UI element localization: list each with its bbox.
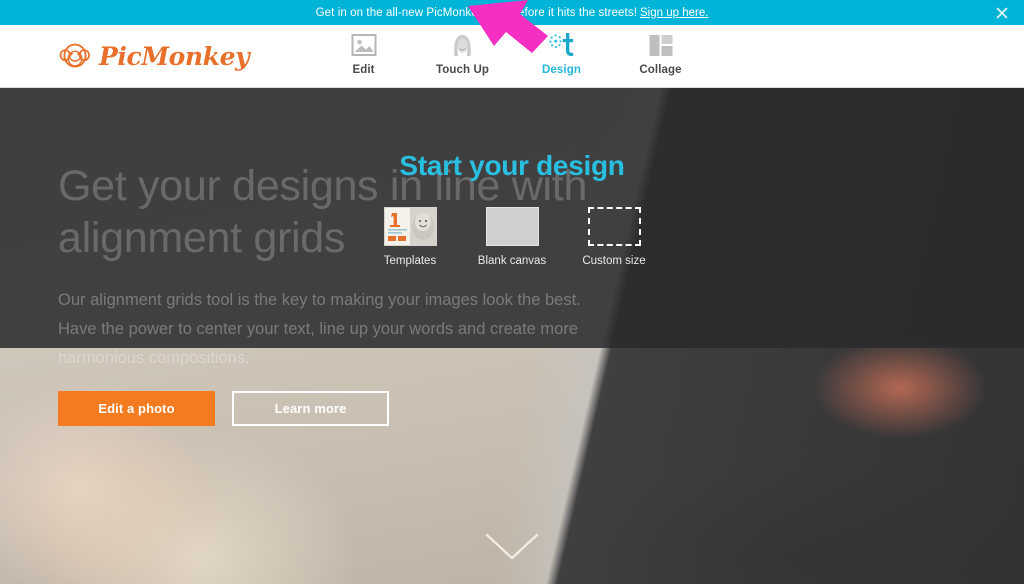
design-panel: Start your design Templates Blank canvas…: [0, 150, 1024, 267]
grid-icon: [647, 30, 674, 60]
close-icon[interactable]: [994, 5, 1010, 21]
picmonkey-design-page: Get in on the all-new PicMonkey Hub befo…: [0, 0, 1024, 584]
design-t-icon: [547, 30, 577, 60]
design-options: Templates Blank canvas Custom size: [372, 207, 653, 267]
promo-banner-text: Get in on the all-new PicMonkey Hub befo…: [315, 6, 637, 19]
nav-item-touch-up[interactable]: Touch Up: [432, 30, 494, 76]
nav-items: Edit Touch Up Design Collage: [333, 30, 692, 76]
promo-signup-link[interactable]: Sign up here.: [640, 7, 708, 19]
hero-cta-row: Edit a photo Learn more: [58, 391, 389, 426]
blank-canvas-thumb: [485, 207, 539, 246]
design-option-custom-size[interactable]: Custom size: [576, 207, 653, 267]
template-card-thumb: [383, 207, 437, 246]
face-icon: [449, 30, 477, 60]
design-option-label-custom-size: Custom size: [582, 255, 646, 267]
design-panel-title: Start your design: [399, 150, 625, 181]
navbar: PicMonkey Edit Touch Up Design Collage: [0, 25, 1024, 88]
nav-item-design[interactable]: Design: [531, 30, 593, 76]
chevron-down-icon[interactable]: [483, 532, 541, 562]
hero-section: Get your designs in line with alignment …: [0, 88, 1024, 584]
nav-label-design: Design: [542, 64, 581, 76]
design-option-label-blank-canvas: Blank canvas: [477, 255, 547, 267]
design-option-label-templates: Templates: [383, 255, 437, 267]
monkey-face-icon: [58, 41, 92, 71]
custom-size-dashed-thumb: [587, 207, 641, 246]
nav-label-collage: Collage: [639, 64, 682, 76]
learn-more-button[interactable]: Learn more: [232, 391, 389, 426]
nav-item-collage[interactable]: Collage: [630, 30, 692, 76]
design-option-blank-canvas[interactable]: Blank canvas: [474, 207, 551, 267]
photo-icon: [350, 30, 377, 60]
picmonkey-logo[interactable]: PicMonkey: [58, 41, 250, 71]
logo-wordmark: PicMonkey: [99, 41, 250, 71]
hero-background-paragraph: Our alignment grids tool is the key to m…: [58, 291, 581, 367]
promo-banner: Get in on the all-new PicMonkey Hub befo…: [0, 0, 1024, 25]
nav-label-edit: Edit: [352, 64, 375, 76]
nav-label-touch-up: Touch Up: [436, 64, 489, 76]
design-option-templates[interactable]: Templates: [372, 207, 449, 267]
edit-a-photo-button[interactable]: Edit a photo: [58, 391, 215, 426]
nav-item-edit[interactable]: Edit: [333, 30, 395, 76]
